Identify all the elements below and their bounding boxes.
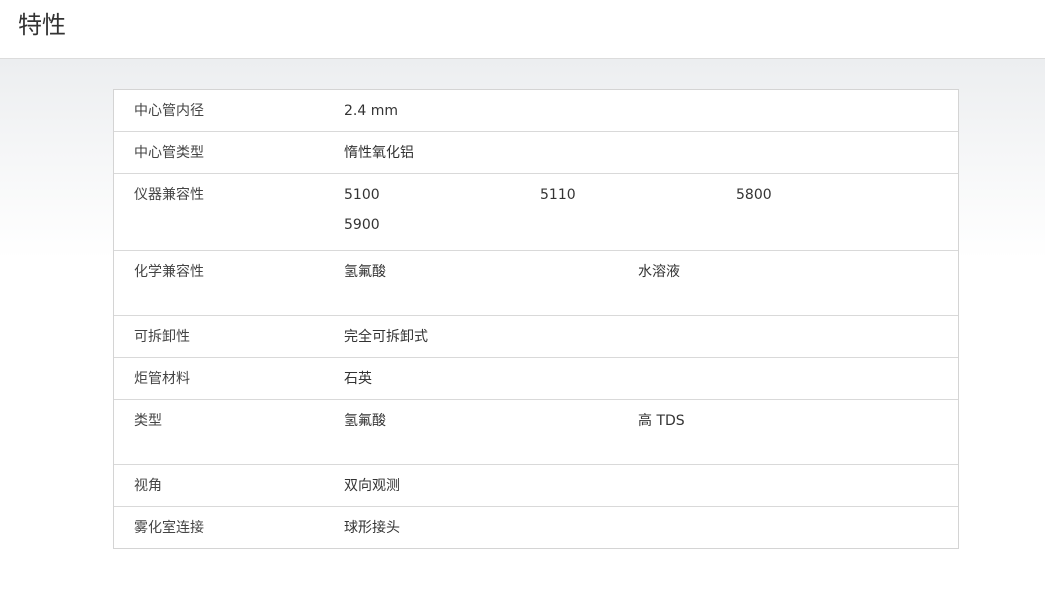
spec-value: 5800 — [736, 187, 772, 203]
spec-label: 中心管内径 — [134, 103, 204, 119]
spec-row-type: 类型 氢氟酸 高 TDS — [114, 399, 958, 464]
spec-value: 惰性氧化铝 — [344, 145, 414, 161]
spec-value: 5100 — [344, 187, 380, 203]
spec-table: 中心管内径 2.4 mm 中心管类型 惰性氧化铝 仪器兼容性 5100 5110… — [113, 89, 959, 549]
spec-row-torch-material: 炬管材料 石英 — [114, 357, 958, 399]
spec-value: 氢氟酸 — [344, 264, 386, 280]
spec-value: 2.4 mm — [344, 103, 398, 119]
page-header: 特性 — [0, 0, 1045, 59]
spec-row-center-tube-id: 中心管内径 2.4 mm — [114, 90, 958, 131]
spec-value: 完全可拆卸式 — [344, 329, 428, 345]
spec-label: 化学兼容性 — [134, 264, 204, 280]
spec-value: 球形接头 — [344, 520, 400, 536]
spec-row-chemical-compatibility: 化学兼容性 氢氟酸 水溶液 — [114, 250, 958, 315]
spec-label: 视角 — [134, 478, 162, 494]
spec-label: 雾化室连接 — [134, 520, 204, 536]
spec-value: 水溶液 — [638, 264, 680, 280]
content-area: 中心管内径 2.4 mm 中心管类型 惰性氧化铝 仪器兼容性 5100 5110… — [0, 59, 1045, 601]
spec-row-instrument-compatibility: 仪器兼容性 5100 5110 5800 5900 — [114, 173, 958, 250]
spec-value: 双向观测 — [344, 478, 400, 494]
spec-value: 5900 — [344, 217, 380, 233]
spec-row-center-tube-type: 中心管类型 惰性氧化铝 — [114, 131, 958, 173]
spec-label: 仪器兼容性 — [134, 187, 204, 203]
spec-label: 可拆卸性 — [134, 329, 190, 345]
page-title: 特性 — [18, 11, 66, 39]
spec-label: 中心管类型 — [134, 145, 204, 161]
spec-value: 石英 — [344, 371, 372, 387]
spec-value: 5110 — [540, 187, 576, 203]
spec-row-spray-chamber-connection: 雾化室连接 球形接头 — [114, 506, 958, 548]
spec-row-detachability: 可拆卸性 完全可拆卸式 — [114, 315, 958, 357]
spec-row-viewing-mode: 视角 双向观测 — [114, 464, 958, 506]
spec-value: 高 TDS — [638, 413, 685, 429]
spec-label: 类型 — [134, 413, 162, 429]
spec-label: 炬管材料 — [134, 371, 190, 387]
spec-value: 氢氟酸 — [344, 413, 386, 429]
